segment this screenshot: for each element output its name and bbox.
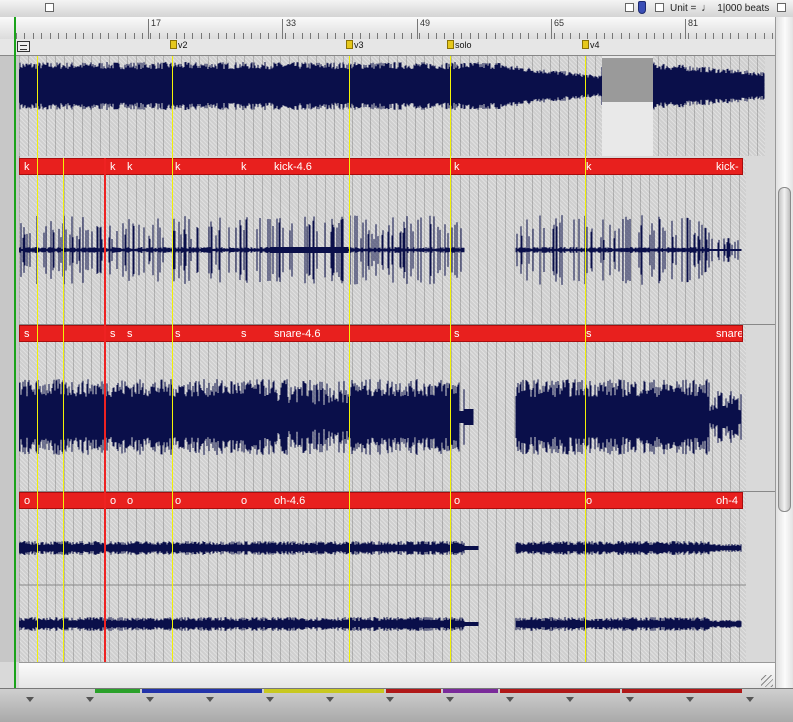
note-icon: ♩ — [701, 2, 713, 14]
playhead[interactable] — [104, 158, 106, 662]
marker-line — [172, 56, 173, 662]
bar-ruler[interactable]: 17 33 49 65 81 — [0, 17, 775, 40]
ruler-bar-number: 81 — [688, 18, 699, 28]
track-color — [386, 689, 441, 693]
ruler-bar-number: 65 — [554, 18, 565, 28]
chevron-down-icon[interactable] — [206, 697, 214, 702]
chevron-down-icon[interactable] — [686, 697, 694, 702]
marker-v4[interactable]: v4 — [582, 40, 600, 50]
track-header-edge — [0, 56, 20, 662]
marker-line — [450, 56, 451, 662]
waveform-snare — [19, 379, 742, 455]
chevron-down-icon[interactable] — [506, 697, 514, 702]
waveform-oh-path — [19, 541, 742, 555]
song-position-line[interactable] — [14, 17, 16, 688]
chevron-down-icon[interactable] — [446, 697, 454, 702]
waveform-oh — [19, 541, 746, 631]
marker-row[interactable]: v2 v3 solo v4 — [0, 39, 775, 56]
track-color — [142, 689, 262, 693]
marker-pin-icon — [170, 40, 177, 49]
waveform-kick — [19, 215, 742, 285]
checkbox-icon[interactable] — [45, 3, 54, 12]
ruler-bar-number: 17 — [151, 18, 162, 28]
unit-value: 1|000 beats — [717, 3, 770, 14]
track-color — [622, 689, 742, 693]
track-color — [264, 689, 384, 693]
unit-label: Unit = — [670, 3, 697, 14]
horizontal-scrollbar[interactable] — [19, 662, 775, 689]
waveform-kick-path — [19, 215, 742, 285]
marker-line — [37, 56, 38, 662]
checkbox-icon[interactable] — [625, 3, 634, 12]
track-lane-kick[interactable]: k k k k k kick-4.6 k k kick- — [19, 158, 746, 324]
sequencer-icon[interactable] — [17, 41, 30, 52]
track-lane-snare[interactable]: s s s s s snare-4.6 s s snare — [19, 325, 746, 491]
marker-line — [63, 158, 64, 662]
track-lane-oh[interactable]: o o o o o oh-4.6 o o oh-4 — [19, 492, 746, 662]
chevron-down-icon[interactable] — [566, 697, 574, 702]
ruler-bar-number: 33 — [286, 18, 297, 28]
chevron-down-icon[interactable] — [266, 697, 274, 702]
chevron-down-icon[interactable] — [86, 697, 94, 702]
marker-v3[interactable]: v3 — [346, 40, 364, 50]
marker-pin-icon — [447, 40, 454, 49]
scroll-thumb[interactable] — [778, 187, 791, 512]
vertical-scrollbar[interactable] — [775, 17, 793, 688]
overview-gap-fill — [602, 58, 653, 102]
waveform-oh-path — [19, 617, 742, 631]
ruler-bar-number: 49 — [420, 18, 431, 28]
flag-icon[interactable] — [638, 1, 646, 14]
track-color — [95, 689, 140, 693]
checkbox-icon[interactable] — [777, 3, 786, 12]
chevron-down-icon[interactable] — [746, 697, 754, 702]
chevron-down-icon[interactable] — [386, 697, 394, 702]
marker-line — [585, 56, 586, 662]
marker-line — [349, 56, 350, 662]
chevron-down-icon[interactable] — [326, 697, 334, 702]
chevron-down-icon[interactable] — [26, 697, 34, 702]
marker-solo[interactable]: solo — [447, 40, 472, 50]
chevron-down-icon[interactable] — [626, 697, 634, 702]
marker-v2[interactable]: v2 — [170, 40, 188, 50]
checkbox-icon[interactable] — [655, 3, 664, 12]
resize-grip-icon[interactable] — [761, 675, 773, 687]
overview-lane[interactable] — [19, 56, 765, 156]
bottom-track-strip — [0, 688, 793, 722]
chevron-down-icon[interactable] — [146, 697, 154, 702]
track-color — [443, 689, 498, 693]
marker-pin-icon — [346, 40, 353, 49]
waveform-snare-path — [19, 379, 742, 455]
unit-display[interactable]: Unit = ♩ 1|000 beats — [670, 2, 769, 14]
top-toolbar: Unit = ♩ 1|000 beats — [0, 0, 793, 18]
overview-waveform — [19, 56, 765, 156]
marker-pin-icon — [582, 40, 589, 49]
track-color — [500, 689, 620, 693]
